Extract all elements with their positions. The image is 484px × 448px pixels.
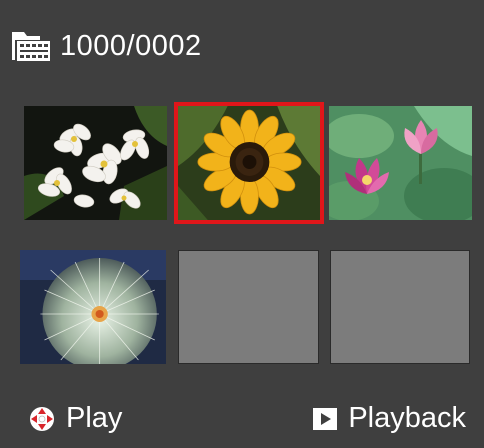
thumbnail-empty-slot [178,250,319,364]
folder-file-number: 1000/0002 [60,29,202,62]
thumbnail-lotus-flowers[interactable] [329,106,472,220]
lotus-flowers-image [329,106,472,220]
dpad-icon [30,406,54,431]
playback-button-icon [313,407,338,430]
film-folder-icon [12,32,50,61]
playback-hint[interactable]: Playback [312,402,466,435]
header: 1000/0002 [10,24,202,68]
thumbnail-cactus[interactable] [20,250,166,364]
sunflower-image [178,106,320,220]
white-flowers-image [24,106,167,220]
play-label: Play [66,402,123,434]
thumbnail-empty-slot [330,250,470,364]
cactus-image [20,250,166,364]
thumbnail-white-flowers[interactable] [24,106,167,220]
playback-label: Playback [348,402,466,434]
thumbnail-sunflower[interactable] [174,102,324,224]
footer-guide: Play Playback [0,392,484,448]
thumbnail-screen: 1000/0002 Play Playback [0,0,484,448]
play-hint[interactable]: Play [28,402,122,435]
